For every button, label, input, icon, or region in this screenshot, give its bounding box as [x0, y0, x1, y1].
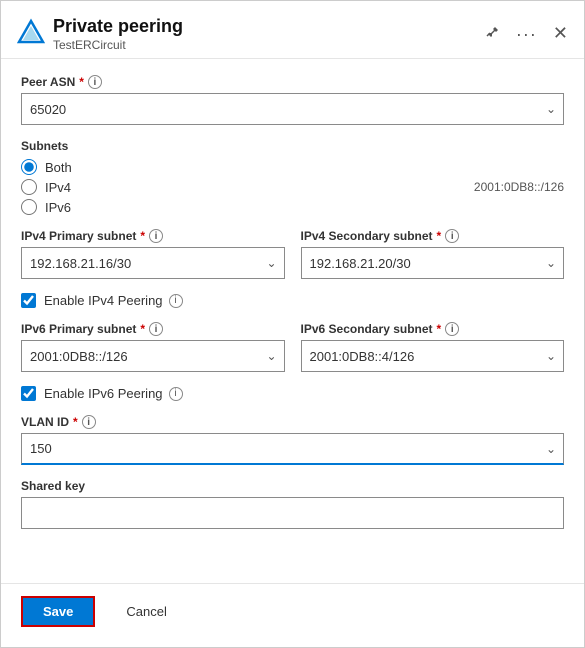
ipv6-secondary-group: IPv6 Secondary subnet * i 2001:0DB8::4/1…	[301, 322, 565, 372]
ipv6-primary-select[interactable]: 2001:0DB8::/126	[21, 340, 285, 372]
shared-key-label: Shared key	[21, 479, 564, 493]
ipv6-primary-info-icon[interactable]: i	[149, 322, 163, 336]
save-button[interactable]: Save	[21, 596, 95, 627]
subnet-both-row: Both	[21, 159, 564, 175]
cancel-button[interactable]: Cancel	[105, 597, 187, 626]
app-logo	[17, 18, 45, 49]
subnets-radio-group: Both IPv4 2001:0DB8::/126 IPv6	[21, 159, 564, 215]
ipv6-secondary-info-icon[interactable]: i	[445, 322, 459, 336]
pin-icon[interactable]	[480, 21, 504, 46]
subnet-ipv4-row: IPv4 2001:0DB8::/126	[21, 179, 564, 195]
ipv4-secondary-required: *	[437, 229, 442, 243]
enable-ipv4-label[interactable]: Enable IPv4 Peering i	[44, 293, 183, 308]
title-block: Private peering TestERCircuit	[53, 15, 472, 52]
enable-ipv6-checkbox[interactable]	[21, 386, 36, 401]
vlan-id-required: *	[73, 415, 78, 429]
vlan-id-group: VLAN ID * i 150 ⌄	[21, 415, 564, 465]
subnet-both-text: Both	[45, 160, 72, 175]
enable-ipv6-label[interactable]: Enable IPv6 Peering i	[44, 386, 183, 401]
required-star: *	[79, 75, 84, 89]
vlan-id-info-icon[interactable]: i	[82, 415, 96, 429]
subnet-both-label[interactable]: Both	[21, 159, 72, 175]
panel-body: Peer ASN * i 65020 ⌄ Subnets Both	[1, 59, 584, 583]
ipv4-subnets-row: IPv4 Primary subnet * i 192.168.21.16/30…	[21, 229, 564, 279]
peer-asn-select-wrapper: 65020 ⌄	[21, 93, 564, 125]
ipv4-primary-label: IPv4 Primary subnet * i	[21, 229, 285, 243]
subnet-ipv4-label[interactable]: IPv4	[21, 179, 71, 195]
enable-ipv4-row: Enable IPv4 Peering i	[21, 293, 564, 308]
subnets-label: Subnets	[21, 139, 564, 153]
subnet-ipv4-radio[interactable]	[21, 179, 37, 195]
ipv4-secondary-label: IPv4 Secondary subnet * i	[301, 229, 565, 243]
ipv6-secondary-select-wrapper: 2001:0DB8::4/126 ⌄	[301, 340, 565, 372]
ipv4-hint-text: 2001:0DB8::/126	[474, 180, 564, 194]
vlan-id-label: VLAN ID * i	[21, 415, 564, 429]
ipv4-primary-group: IPv4 Primary subnet * i 192.168.21.16/30…	[21, 229, 285, 279]
subnet-ipv6-row: IPv6	[21, 199, 564, 215]
header-actions: ··· ✕	[480, 21, 568, 46]
vlan-id-select[interactable]: 150	[21, 433, 564, 465]
ipv4-secondary-group: IPv4 Secondary subnet * i 192.168.21.20/…	[301, 229, 565, 279]
subnet-both-radio[interactable]	[21, 159, 37, 175]
close-button[interactable]: ✕	[553, 23, 568, 44]
enable-ipv4-checkbox[interactable]	[21, 293, 36, 308]
ipv4-secondary-select-wrapper: 192.168.21.20/30 ⌄	[301, 247, 565, 279]
ipv6-secondary-label: IPv6 Secondary subnet * i	[301, 322, 565, 336]
ipv6-secondary-select[interactable]: 2001:0DB8::4/126	[301, 340, 565, 372]
ipv6-primary-required: *	[140, 322, 145, 336]
enable-ipv6-info-icon[interactable]: i	[169, 387, 183, 401]
peer-asn-info-icon[interactable]: i	[88, 75, 102, 89]
panel-title: Private peering	[53, 15, 472, 38]
private-peering-panel: Private peering TestERCircuit ··· ✕ Peer…	[0, 0, 585, 648]
ipv4-primary-select[interactable]: 192.168.21.16/30	[21, 247, 285, 279]
ipv4-primary-required: *	[140, 229, 145, 243]
subnet-ipv4-text: IPv4	[45, 180, 71, 195]
enable-ipv6-row: Enable IPv6 Peering i	[21, 386, 564, 401]
ipv4-primary-select-wrapper: 192.168.21.16/30 ⌄	[21, 247, 285, 279]
peer-asn-group: Peer ASN * i 65020 ⌄	[21, 75, 564, 125]
panel-footer: Save Cancel	[1, 583, 584, 647]
vlan-id-select-wrapper: 150 ⌄	[21, 433, 564, 465]
ipv6-primary-label: IPv6 Primary subnet * i	[21, 322, 285, 336]
subnet-ipv6-label[interactable]: IPv6	[21, 199, 71, 215]
ipv6-secondary-required: *	[437, 322, 442, 336]
panel-header: Private peering TestERCircuit ··· ✕	[1, 1, 584, 59]
more-icon[interactable]: ···	[512, 23, 541, 45]
subnet-ipv6-text: IPv6	[45, 200, 71, 215]
ipv6-primary-group: IPv6 Primary subnet * i 2001:0DB8::/126 …	[21, 322, 285, 372]
ipv4-primary-info-icon[interactable]: i	[149, 229, 163, 243]
shared-key-group: Shared key	[21, 479, 564, 529]
subnet-ipv6-radio[interactable]	[21, 199, 37, 215]
shared-key-input[interactable]	[21, 497, 564, 529]
ipv4-secondary-select[interactable]: 192.168.21.20/30	[301, 247, 565, 279]
panel-subtitle: TestERCircuit	[53, 38, 472, 52]
ipv6-subnets-row: IPv6 Primary subnet * i 2001:0DB8::/126 …	[21, 322, 564, 372]
enable-ipv4-info-icon[interactable]: i	[169, 294, 183, 308]
peer-asn-select[interactable]: 65020	[21, 93, 564, 125]
peer-asn-label: Peer ASN * i	[21, 75, 564, 89]
ipv4-secondary-info-icon[interactable]: i	[445, 229, 459, 243]
subnets-group: Subnets Both IPv4 2001:0DB8::/126	[21, 139, 564, 215]
ipv6-primary-select-wrapper: 2001:0DB8::/126 ⌄	[21, 340, 285, 372]
